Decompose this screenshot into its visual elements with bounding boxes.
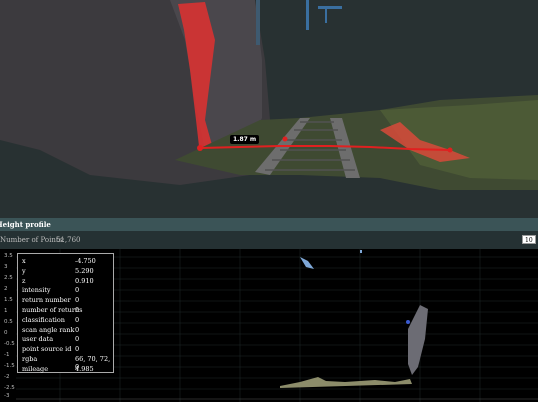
- y-tick-label: -2.5: [4, 385, 15, 391]
- profile-plot[interactable]: 3.5 3 2.5 2 1.5 1 0.5 0 -0.5 -1 -1.5 -2 …: [0, 249, 538, 402]
- y-tick-label: 2.5: [4, 275, 13, 281]
- y-tick-label: -3: [4, 393, 10, 399]
- info-bar: Number of Points: 51,760 10: [0, 231, 538, 249]
- panel-title: Height profile: [0, 220, 51, 229]
- tooltip-row: scan angle rank 0: [22, 325, 80, 334]
- tooltip-row: return number 0: [22, 296, 80, 305]
- tooltip-row: user data 0: [22, 335, 80, 344]
- tooltip-row: classification 0: [22, 315, 80, 324]
- y-tick-label: 0: [4, 330, 8, 336]
- profile-wall-points: [408, 305, 428, 375]
- measurement-label: 1.87 m: [230, 135, 260, 144]
- point-cloud-viewport[interactable]: 1.87 m: [0, 0, 538, 218]
- y-tick-label: 0.5: [4, 319, 13, 325]
- points-value: 51,760: [56, 236, 81, 244]
- tooltip-row: number of returns 0: [22, 306, 83, 314]
- height-profile-panel: Height profile Number of Points: 51,760 …: [0, 218, 538, 402]
- tooltip-row: y 5.290: [22, 266, 94, 275]
- point-cloud-render: [0, 0, 538, 190]
- y-tick-label: 3.5: [4, 253, 13, 259]
- tooltip-row: x -4.750: [22, 257, 96, 265]
- y-tick-label: -1.5: [4, 363, 15, 369]
- points-label: Number of Points:: [0, 236, 65, 244]
- tooltip-row: mileage 4.985: [22, 364, 94, 373]
- tooltip-row: rgba 66, 70, 72, 0: [22, 355, 111, 371]
- y-tick-label: -0.5: [4, 341, 15, 347]
- y-tick-label: 2: [4, 286, 8, 292]
- tooltip-row: point source id 0: [22, 345, 80, 354]
- y-tick-label: -2: [4, 374, 10, 380]
- y-tick-label: 1: [4, 308, 8, 314]
- panel-header[interactable]: Height profile: [0, 218, 538, 231]
- y-tick-label: -1: [4, 352, 10, 358]
- y-tick-label: 3: [4, 264, 8, 270]
- point-info-tooltip: x -4.750 y 5.290 z 0.910 intensity 0 return …: [17, 253, 114, 373]
- tooltip-row: intensity 0: [22, 286, 80, 295]
- tooltip-row: z 0.910: [22, 276, 94, 285]
- y-tick-label: 1.5: [4, 297, 13, 303]
- profile-width-input[interactable]: 10: [522, 235, 536, 244]
